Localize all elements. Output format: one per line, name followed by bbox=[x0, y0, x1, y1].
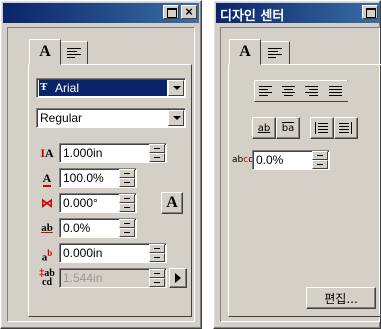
tracking-field[interactable]: 0.0% bbox=[59, 218, 137, 238]
tracking-spinner[interactable] bbox=[119, 219, 135, 237]
horizontal-scale-field[interactable]: 100.0% bbox=[59, 168, 137, 188]
tab-character[interactable]: A bbox=[229, 39, 261, 65]
skew-field[interactable]: 0.000° bbox=[59, 193, 137, 213]
horizontal-scale-spinner[interactable] bbox=[119, 169, 135, 187]
alignment-button-group bbox=[254, 80, 348, 102]
spin-up-button[interactable] bbox=[119, 219, 135, 228]
font-size-icon: IA bbox=[40, 146, 54, 160]
font-style-dropdown[interactable]: Regular bbox=[36, 108, 186, 128]
close-button[interactable] bbox=[181, 5, 197, 19]
leading-value: 1.544in bbox=[63, 271, 103, 285]
font-button-label: A bbox=[166, 194, 178, 211]
spin-up-button[interactable] bbox=[119, 194, 135, 203]
size-value: 1.000in bbox=[63, 146, 103, 160]
title-bar[interactable]: 디자인 센터 bbox=[216, 3, 380, 24]
title-bar[interactable] bbox=[3, 3, 199, 23]
outdent-button[interactable] bbox=[334, 117, 358, 139]
baseline-shift-value: 0.000in bbox=[63, 246, 103, 260]
chevron-down-icon[interactable] bbox=[168, 110, 184, 126]
align-center-button[interactable] bbox=[278, 81, 300, 101]
align-justify-icon bbox=[329, 85, 343, 97]
spin-up-button[interactable] bbox=[312, 151, 328, 160]
spin-down-button[interactable] bbox=[119, 178, 135, 187]
baseline-shift-icon: ab bbox=[41, 248, 53, 264]
align-right-icon bbox=[305, 85, 319, 97]
horizontal-scale-value: 100.0% bbox=[63, 171, 104, 185]
text-direction-icon: ab bbox=[257, 122, 271, 134]
spin-down-button[interactable] bbox=[149, 253, 165, 262]
character-spacing-value: 0.0% bbox=[256, 153, 284, 167]
outdent-icon bbox=[339, 122, 353, 134]
text-direction-alt-button[interactable]: ba bbox=[276, 117, 300, 139]
skew-value: 0.000° bbox=[63, 196, 98, 210]
window-title: 디자인 센터 bbox=[220, 9, 285, 24]
leading-spinner bbox=[149, 269, 165, 287]
tab-paragraph[interactable] bbox=[60, 41, 88, 65]
leading-menu-button[interactable] bbox=[169, 268, 187, 288]
text-direction-button[interactable]: ab bbox=[252, 117, 276, 139]
skew-icon: ⋈ bbox=[41, 196, 53, 210]
character-tab-icon: A bbox=[239, 43, 251, 60]
tracking-value: 0.0% bbox=[63, 221, 91, 235]
tab-paragraph[interactable] bbox=[260, 41, 290, 65]
text-direction-alt-icon: ba bbox=[281, 122, 295, 134]
chevron-down-icon[interactable] bbox=[168, 80, 184, 96]
leading-icon: ‡ab cd bbox=[39, 268, 55, 288]
indent-icon bbox=[315, 122, 329, 134]
indent-button[interactable] bbox=[310, 117, 334, 139]
skew-spinner[interactable] bbox=[119, 194, 135, 212]
truetype-icon: Ŧ bbox=[40, 81, 48, 93]
design-center-window: 디자인 센터 A ab ba abcd bbox=[213, 0, 381, 329]
size-spinner[interactable] bbox=[149, 144, 165, 162]
spin-down-button[interactable] bbox=[119, 228, 135, 237]
align-right-button[interactable] bbox=[301, 81, 323, 101]
baseline-shift-field[interactable]: 0.000in bbox=[59, 243, 167, 263]
spin-up-button[interactable] bbox=[119, 169, 135, 178]
character-spacing-icon: abcd bbox=[232, 155, 254, 165]
font-family-value: Arial bbox=[39, 80, 167, 96]
spin-up-button[interactable] bbox=[149, 144, 165, 153]
character-tab-icon: A bbox=[39, 43, 51, 60]
baseline-shift-spinner[interactable] bbox=[149, 244, 165, 262]
edit-button-label: 편집... bbox=[324, 291, 358, 306]
align-center-icon bbox=[282, 85, 296, 97]
tab-character[interactable]: A bbox=[29, 39, 61, 65]
align-left-button[interactable] bbox=[255, 81, 277, 101]
font-style-value: Regular bbox=[40, 111, 83, 125]
font-family-dropdown[interactable]: Arial Ŧ bbox=[36, 78, 186, 98]
spin-down-button[interactable] bbox=[149, 153, 165, 162]
align-justify-button[interactable] bbox=[324, 81, 348, 101]
spin-up-button[interactable] bbox=[149, 244, 165, 253]
minimize-button[interactable] bbox=[163, 5, 179, 19]
paragraph-tab-icon bbox=[268, 47, 282, 59]
spin-up-button bbox=[149, 269, 165, 278]
spin-down-button[interactable] bbox=[312, 160, 328, 169]
character-spacing-spinner[interactable] bbox=[312, 151, 328, 169]
leading-field: 1.544in bbox=[59, 268, 167, 288]
paragraph-tab-icon bbox=[67, 47, 81, 59]
edit-button[interactable]: 편집... bbox=[306, 287, 376, 309]
spin-down-button[interactable] bbox=[119, 203, 135, 212]
character-spacing-field[interactable]: 0.0% bbox=[252, 150, 330, 170]
tracking-icon: ab bbox=[41, 222, 53, 234]
spin-down-button bbox=[149, 278, 165, 287]
character-panel-window: A Arial Ŧ Regular IA 1.000in A 100.0% ⋈ … bbox=[0, 0, 202, 329]
minimize-button[interactable] bbox=[362, 5, 378, 19]
font-dialog-button[interactable]: A bbox=[161, 192, 183, 214]
horizontal-scale-icon: A bbox=[42, 171, 52, 187]
size-field[interactable]: 1.000in bbox=[59, 143, 167, 163]
align-left-icon bbox=[259, 85, 273, 97]
